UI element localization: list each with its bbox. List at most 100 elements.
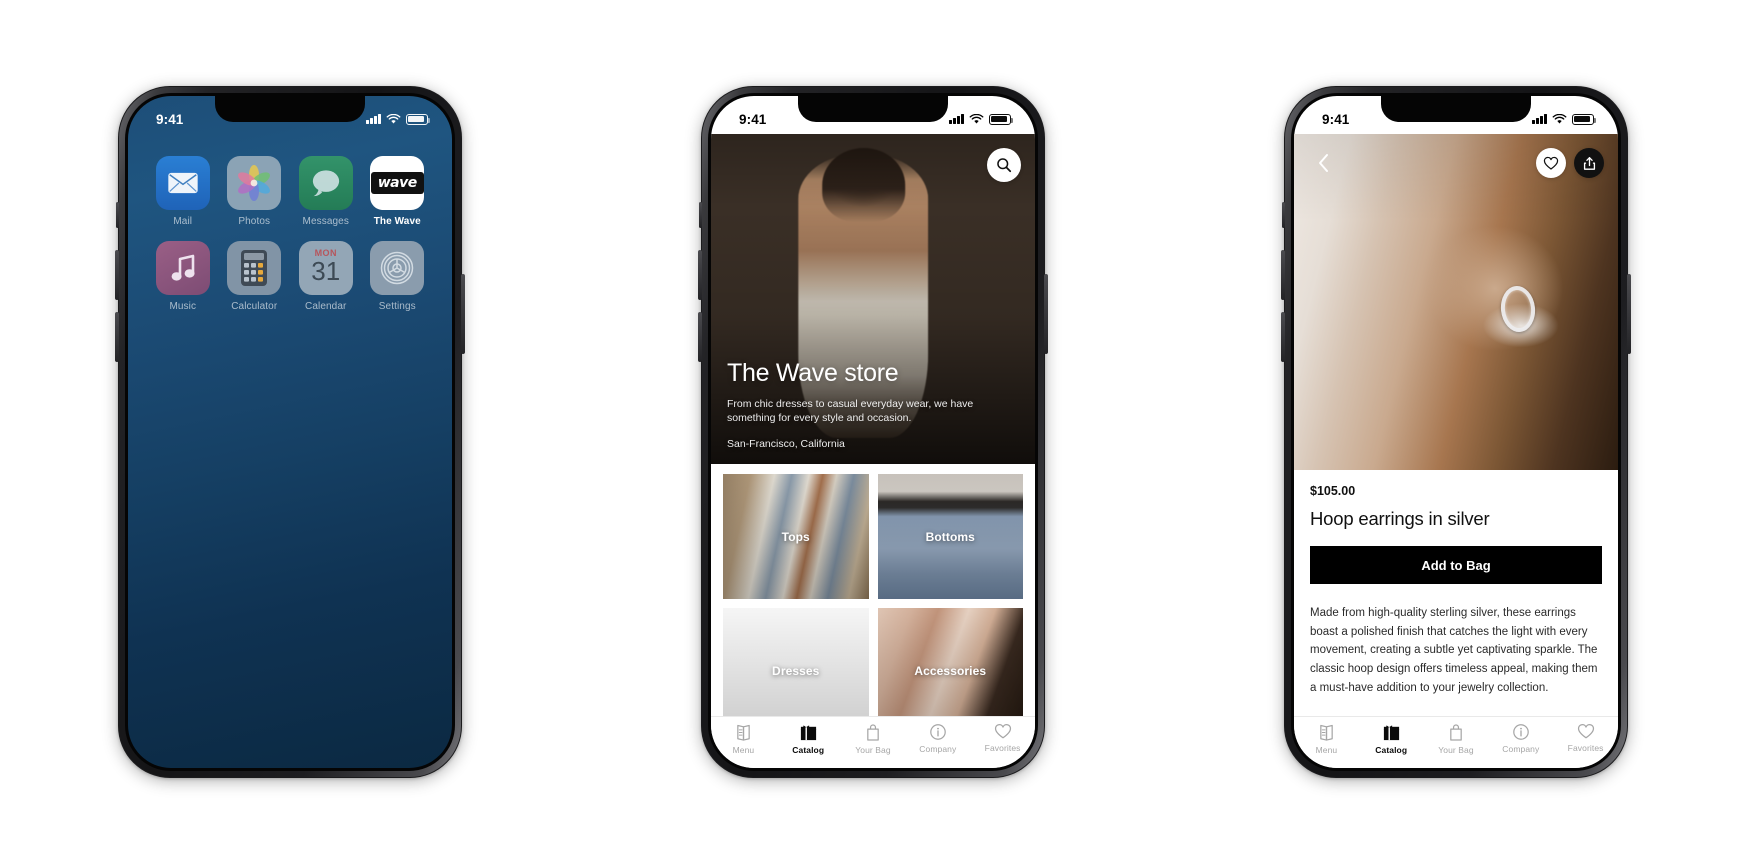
app-grid-row-2: Music Calculator MON 31 Calendar Setting…	[128, 241, 452, 312]
product-price: $105.00	[1310, 484, 1356, 498]
tab-label: Your Bag	[1438, 745, 1474, 755]
category-tile-bottoms[interactable]: Bottoms	[877, 474, 1023, 599]
wave-store-app: 9:41 The Wave store From chic dresses to…	[711, 96, 1035, 768]
settings-gear-icon	[370, 241, 425, 295]
calculator-icon	[227, 241, 282, 295]
status-time: 9:41	[1322, 111, 1350, 127]
silent-switch[interactable]	[1282, 202, 1285, 228]
heart-icon	[1577, 724, 1594, 739]
tab-catalog[interactable]: Catalog	[1359, 723, 1424, 755]
tab-label: Menu	[732, 745, 755, 755]
add-to-bag-button[interactable]: Add to Bag	[1310, 546, 1602, 584]
notch	[215, 96, 365, 122]
category-label: Bottoms	[925, 529, 975, 544]
category-tile-accessories[interactable]: Accessories	[877, 608, 1023, 716]
category-tile-tops[interactable]: Tops	[723, 474, 869, 599]
app-icon-music[interactable]: Music	[152, 241, 214, 312]
app-icon-photos[interactable]: Photos	[224, 156, 286, 227]
tab-your-bag[interactable]: Your Bag	[1424, 723, 1489, 755]
battery-icon	[1572, 113, 1596, 125]
catalog-box-icon	[800, 725, 816, 741]
store-location: San-Francisco, California	[727, 438, 845, 450]
product-title: Hoop earrings in silver	[1310, 508, 1490, 529]
catalog-box-icon	[1383, 725, 1399, 741]
tab-company[interactable]: Company	[905, 723, 970, 754]
app-label: Photos	[238, 216, 271, 227]
category-grid: Tops Bottoms Dresses Accessories	[711, 464, 1035, 716]
tab-menu[interactable]: Menu	[1294, 723, 1359, 755]
volume-up-button[interactable]	[698, 250, 702, 300]
mail-icon	[155, 156, 210, 210]
category-label: Tops	[781, 529, 810, 544]
volume-down-button[interactable]	[698, 312, 702, 362]
product-description: Made from high-quality sterling silver, …	[1310, 607, 1598, 694]
status-time: 9:41	[739, 111, 767, 127]
tab-catalog[interactable]: Catalog	[776, 723, 841, 755]
power-button[interactable]	[461, 274, 465, 354]
silent-switch[interactable]	[116, 202, 119, 228]
menu-document-icon	[737, 724, 750, 741]
volume-up-button[interactable]	[115, 250, 119, 300]
category-tile-dresses[interactable]: Dresses	[723, 608, 869, 716]
store-subtitle: From chic dresses to casual everyday wea…	[727, 397, 974, 425]
category-image	[723, 608, 869, 716]
tab-menu[interactable]: Menu	[711, 723, 776, 755]
photos-icon	[227, 156, 282, 210]
app-icon-mail[interactable]: Mail	[152, 156, 214, 227]
store-title: The Wave store	[727, 359, 899, 388]
tab-your-bag[interactable]: Your Bag	[841, 723, 906, 755]
messages-icon	[298, 156, 353, 210]
tab-favorites[interactable]: Favorites	[1553, 723, 1618, 753]
share-button[interactable]	[1574, 148, 1604, 178]
power-button[interactable]	[1627, 274, 1631, 354]
screen-home: 9:41 Mail Photos Messages wave The Wave …	[128, 96, 452, 768]
power-button[interactable]	[1044, 274, 1048, 354]
volume-down-button[interactable]	[115, 312, 119, 362]
tab-company[interactable]: Company	[1488, 723, 1553, 754]
app-label: Music	[169, 301, 197, 312]
favorite-button[interactable]	[1536, 148, 1566, 178]
wifi-icon	[1552, 113, 1567, 124]
bottom-tab-bar: Menu Catalog Your Bag Company Favorites	[1294, 716, 1618, 768]
status-indicators	[1532, 113, 1596, 125]
silent-switch[interactable]	[699, 202, 702, 228]
heart-icon	[994, 724, 1011, 739]
envelope-glyph	[168, 172, 198, 194]
heart-icon	[1543, 156, 1559, 170]
volume-up-button[interactable]	[1281, 250, 1285, 300]
app-icon-the-wave[interactable]: wave The Wave	[367, 156, 429, 227]
app-icon-settings[interactable]: Settings	[367, 241, 429, 312]
ios-home-screen: 9:41 Mail Photos Messages wave The Wave …	[128, 96, 452, 768]
menu-document-icon	[1320, 724, 1333, 741]
app-grid-row-1: Mail Photos Messages wave The Wave	[128, 156, 452, 227]
tab-label: Company	[1502, 744, 1540, 754]
product-info: $105.00 Hoop earrings in silver Add to B…	[1294, 470, 1618, 716]
app-icon-calendar[interactable]: MON 31 Calendar	[295, 241, 357, 312]
app-icon-calculator[interactable]: Calculator	[224, 241, 286, 312]
calendar-day: 31	[311, 256, 341, 286]
tab-favorites[interactable]: Favorites	[970, 723, 1035, 753]
gear-glyph	[381, 251, 414, 285]
calculator-glyph	[241, 250, 268, 286]
pinwheel-glyph	[238, 165, 271, 201]
hero-copy: The Wave store From chic dresses to casu…	[727, 360, 1019, 450]
tab-label: Favorites	[1567, 743, 1604, 753]
status-indicators	[366, 113, 430, 125]
app-icon-messages[interactable]: Messages	[295, 156, 357, 227]
calendar-icon: MON 31	[298, 241, 353, 295]
notch	[798, 96, 948, 122]
product-top-actions	[1308, 148, 1604, 178]
store-hero-banner: The Wave store From chic dresses to casu…	[711, 134, 1035, 464]
search-button[interactable]	[987, 148, 1021, 182]
product-detail-app: 9:41 $105.00 Hoop earrings in silver Add…	[1294, 96, 1618, 768]
shopping-bag-icon	[867, 724, 879, 741]
app-label: Settings	[378, 301, 416, 312]
cellular-signal-icon	[1532, 114, 1547, 124]
volume-down-button[interactable]	[1281, 312, 1285, 362]
battery-icon	[406, 113, 430, 125]
bottom-tab-bar: Menu Catalog Your Bag Company Favorites	[711, 716, 1035, 768]
category-image	[877, 608, 1023, 716]
speech-bubble-glyph	[312, 170, 339, 197]
back-button[interactable]	[1308, 148, 1338, 178]
screen-product: 9:41 $105.00 Hoop earrings in silver Add…	[1294, 96, 1618, 768]
